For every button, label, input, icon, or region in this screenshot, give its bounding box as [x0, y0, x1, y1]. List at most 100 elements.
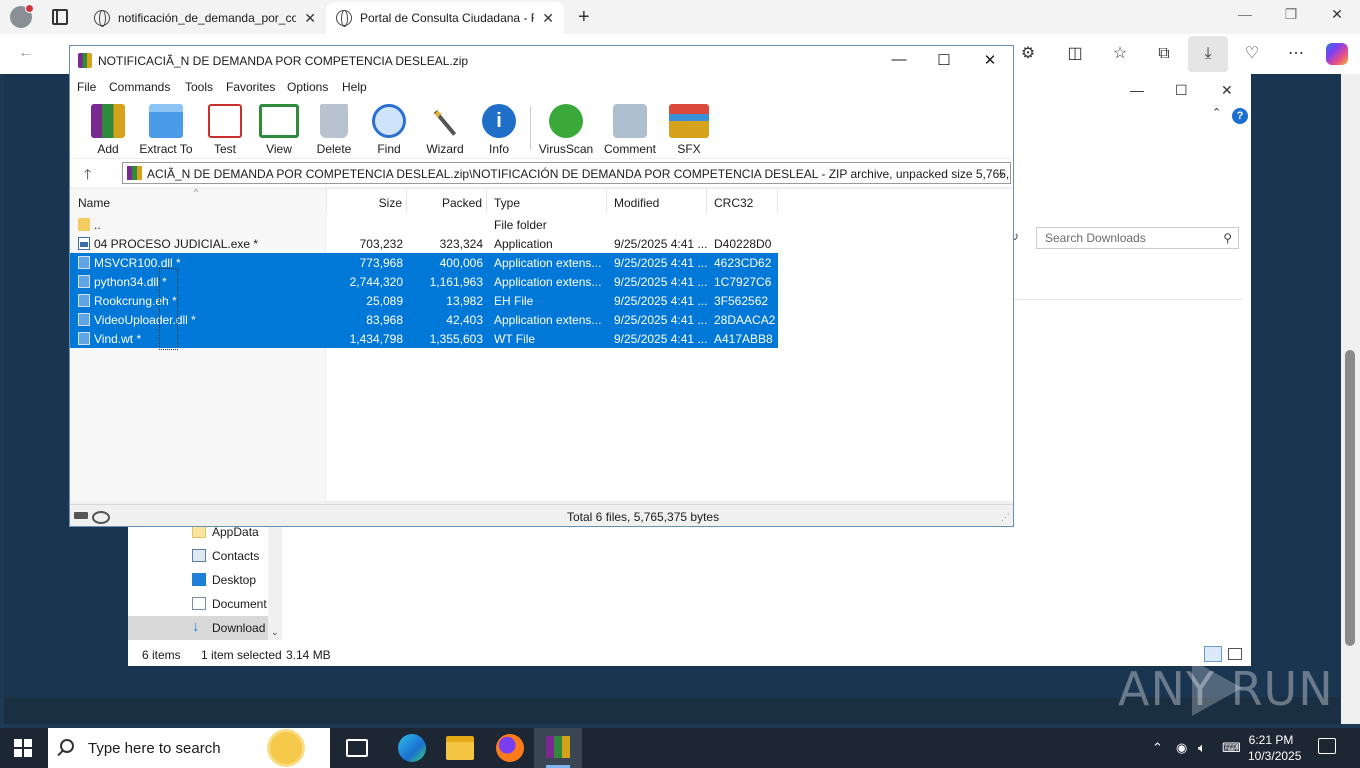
- explorer-status-bar: 6 items 1 item selected 3.14 MB: [128, 644, 1251, 666]
- browser-close-button[interactable]: ✕: [1314, 6, 1360, 23]
- file-explorer-icon[interactable]: [446, 736, 474, 760]
- tab-close-icon[interactable]: ✕: [304, 10, 316, 27]
- menu-help[interactable]: Help: [342, 80, 367, 94]
- file-name: Rookcrung.eh *: [94, 294, 177, 308]
- start-button[interactable]: [14, 739, 32, 757]
- back-arrow-icon[interactable]: ←: [18, 44, 34, 62]
- task-view-icon[interactable]: [346, 739, 368, 757]
- nav-item-downloads[interactable]: ↓ Download: [128, 616, 268, 640]
- file-packed: 400,006: [439, 256, 483, 270]
- browser-essentials-icon[interactable]: ♡: [1240, 42, 1264, 66]
- file-size: 773,968: [359, 256, 403, 270]
- extract-to-button[interactable]: Extract To: [136, 102, 196, 156]
- file-list: Name ^ Size Packed Type Modified CRC32 .…: [70, 187, 1013, 501]
- collections-icon[interactable]: ⧉: [1152, 42, 1176, 66]
- explorer-minimize-button[interactable]: —: [1130, 82, 1144, 98]
- nav-item-contacts[interactable]: Contacts: [128, 544, 268, 568]
- archive-path-field[interactable]: ACIÃ_N DE DEMANDA POR COMPETENCIA DESLEA…: [122, 162, 1011, 184]
- tab-close-icon[interactable]: ✕: [542, 10, 554, 27]
- split-screen-icon[interactable]: ◫: [1063, 42, 1087, 66]
- chevron-down-icon[interactable]: ⌄: [271, 627, 279, 638]
- edge-icon[interactable]: [398, 734, 426, 762]
- delete-button[interactable]: Delete: [304, 102, 364, 156]
- find-button[interactable]: Find: [359, 102, 419, 156]
- page-scrollbar[interactable]: [1341, 74, 1360, 724]
- comment-button[interactable]: Comment: [600, 102, 660, 156]
- file-type: Application: [494, 237, 553, 251]
- network-icon[interactable]: ◉: [1176, 740, 1187, 756]
- favorites-icon[interactable]: ☆: [1108, 42, 1132, 66]
- nav-item-desktop[interactable]: Desktop: [128, 568, 268, 592]
- winrar-taskbar-button[interactable]: [534, 728, 582, 768]
- column-header-modified[interactable]: Modified: [607, 189, 707, 213]
- explorer-close-button[interactable]: ✕: [1221, 82, 1233, 99]
- browser-tab-notification[interactable]: notificación_de_demanda_por_com ✕: [84, 2, 326, 34]
- ribbon-collapse-icon[interactable]: ⌃: [1212, 106, 1221, 119]
- taskbar-search[interactable]: Type here to search: [48, 728, 330, 768]
- menu-options[interactable]: Options: [287, 80, 328, 94]
- rar-close-button[interactable]: ✕: [967, 51, 1013, 69]
- search-downloads-input[interactable]: Search Downloads ⚲: [1036, 227, 1239, 249]
- virusscan-button[interactable]: VirusScan: [536, 102, 596, 156]
- rar-maximize-button[interactable]: ☐: [921, 51, 967, 69]
- column-header-crc32[interactable]: CRC32: [707, 189, 778, 213]
- scrollbar-thumb[interactable]: [1345, 350, 1355, 646]
- sfx-icon: [669, 104, 709, 138]
- browser-restore-button[interactable]: ❐: [1268, 6, 1314, 23]
- menu-commands[interactable]: Commands: [109, 80, 170, 94]
- test-button[interactable]: Test: [195, 102, 255, 156]
- resize-grip-icon[interactable]: ⋰: [1001, 512, 1010, 523]
- file-name: Vind.wt *: [94, 332, 142, 346]
- tool-label: Test: [213, 142, 236, 156]
- wizard-button[interactable]: ✦ Wizard: [415, 102, 475, 156]
- file-type: WT File: [494, 332, 536, 346]
- chevron-up-icon[interactable]: ⌃: [1152, 740, 1163, 756]
- column-header-type[interactable]: Type: [487, 189, 607, 213]
- nav-scrollbar[interactable]: ⌄: [268, 520, 282, 640]
- table-row[interactable]: .. File folder: [70, 215, 778, 234]
- column-header-size[interactable]: Size: [327, 189, 407, 213]
- file-crc: 28DAACA2: [714, 313, 776, 327]
- browser-minimize-button[interactable]: —: [1222, 6, 1268, 22]
- keyboard-icon[interactable]: ⌨: [1222, 740, 1241, 756]
- sfx-button[interactable]: SFX: [659, 102, 719, 156]
- extensions-icon[interactable]: ⚙: [1016, 42, 1040, 66]
- clock-date: 10/3/2025: [1248, 749, 1302, 763]
- view-button[interactable]: View: [249, 102, 309, 156]
- info-button[interactable]: i Info: [469, 102, 529, 156]
- nav-item-documents[interactable]: Document: [128, 592, 268, 616]
- tab-actions-icon[interactable]: [52, 9, 68, 25]
- notification-icon[interactable]: [1318, 738, 1336, 754]
- sort-ascending-icon: ^: [194, 187, 199, 197]
- volume-icon[interactable]: 🔈︎: [1198, 740, 1206, 756]
- copilot-icon[interactable]: [1326, 43, 1348, 65]
- dll-file-icon: [78, 313, 90, 326]
- explorer-maximize-button[interactable]: ☐: [1175, 82, 1188, 99]
- menu-favorites[interactable]: Favorites: [226, 80, 275, 94]
- browser-tab-portal[interactable]: Portal de Consulta Ciudadana - F ✕: [326, 2, 564, 34]
- chevron-down-icon[interactable]: ⌄: [997, 166, 1006, 179]
- column-header-packed[interactable]: Packed: [407, 189, 487, 213]
- more-icon[interactable]: ⋯: [1284, 42, 1308, 66]
- clock[interactable]: 6:21 PM 10/3/2025: [1248, 732, 1302, 764]
- file-type: File folder: [494, 218, 547, 232]
- toolbar-separator: [530, 106, 531, 150]
- menu-tools[interactable]: Tools: [185, 80, 213, 94]
- new-tab-button[interactable]: +: [578, 6, 590, 29]
- table-row[interactable]: 04 PROCESO JUDICIAL.exe * 703,232 323,32…: [70, 234, 778, 253]
- tool-label: Info: [488, 142, 509, 156]
- large-icons-view-icon[interactable]: [1228, 648, 1242, 660]
- tool-label: SFX: [677, 142, 701, 156]
- profile-avatar[interactable]: [10, 4, 34, 28]
- column-header-name[interactable]: Name ^: [70, 187, 327, 213]
- help-icon[interactable]: ?: [1232, 108, 1248, 124]
- file-packed: 1,161,963: [429, 275, 483, 289]
- firefox-icon[interactable]: [496, 734, 524, 762]
- up-folder-icon[interactable]: 🡑: [84, 164, 91, 188]
- add-button[interactable]: Add: [78, 102, 138, 156]
- browser-tab-strip: notificación_de_demanda_por_com ✕ Portal…: [0, 0, 1360, 34]
- tool-label: Add: [97, 142, 119, 156]
- rar-minimize-button[interactable]: —: [876, 51, 922, 68]
- menu-file[interactable]: File: [77, 80, 96, 94]
- downloads-button[interactable]: ⤓: [1188, 36, 1228, 72]
